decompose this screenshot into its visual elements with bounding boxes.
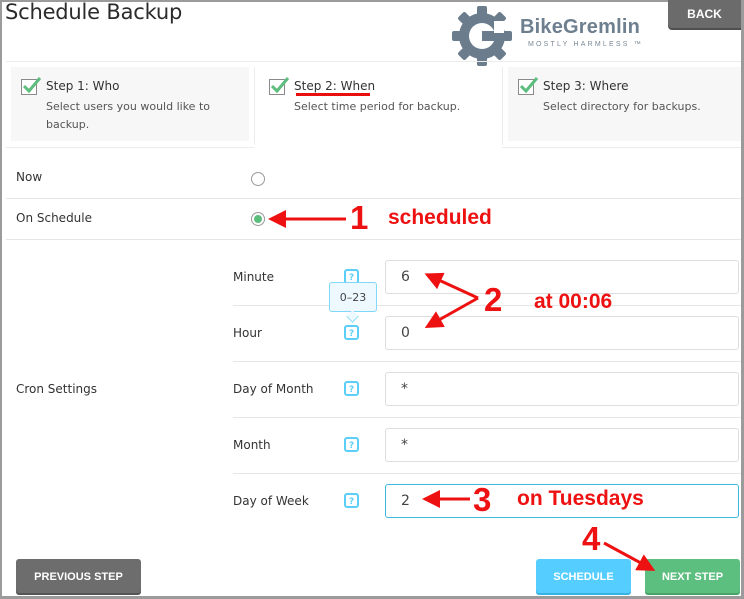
step-when[interactable]: Step 2: When Select time period for back…: [259, 67, 497, 141]
divider: [6, 61, 741, 62]
help-icon[interactable]: ?: [344, 325, 359, 340]
step-title: Step 3: Where: [543, 79, 629, 93]
back-button[interactable]: BACK: [668, 0, 741, 28]
hour-range-tooltip: 0–23: [329, 282, 377, 312]
cron-settings-label: Cron Settings: [16, 382, 98, 396]
day-of-month-label: Day of Month: [233, 382, 314, 396]
annotation-number-1: 1: [350, 199, 369, 236]
annotation-text-scheduled: scheduled: [388, 206, 492, 229]
divider: [502, 67, 503, 145]
annotation-number-4: 4: [582, 520, 601, 557]
gear-logo-icon: [452, 6, 512, 66]
radio-now[interactable]: [251, 172, 265, 186]
step-title: Step 2: When: [294, 79, 376, 93]
minute-input[interactable]: 6: [385, 260, 739, 294]
logo-tagline: MOSTLY HARMLESS ™: [528, 41, 643, 48]
divider: [233, 473, 741, 474]
divider: [233, 361, 741, 362]
option-label-now: Now: [16, 170, 43, 184]
step-where[interactable]: Step 3: Where Select directory for backu…: [508, 67, 741, 141]
previous-step-button[interactable]: PREVIOUS STEP: [16, 559, 141, 593]
month-label: Month: [233, 438, 271, 452]
day-of-week-label: Day of Week: [233, 494, 309, 508]
hour-input[interactable]: 0: [385, 316, 739, 350]
page-title: Schedule Backup: [5, 0, 183, 24]
step-description: Select directory for backups.: [543, 100, 701, 113]
step-description-line: backup.: [46, 118, 90, 131]
help-icon[interactable]: ?: [344, 437, 359, 452]
step-description: Select time period for backup.: [294, 100, 461, 113]
schedule-button[interactable]: SCHEDULE: [536, 559, 631, 593]
radio-on-schedule[interactable]: [251, 212, 265, 226]
divider: [254, 67, 255, 145]
divider: [6, 239, 741, 240]
annotation-number-2: 2: [484, 281, 503, 318]
step-description: Select users you would like to backup.: [46, 98, 210, 134]
next-step-button[interactable]: NEXT STEP: [645, 559, 740, 593]
annotation-text-time: at 00:06: [534, 290, 613, 313]
help-icon[interactable]: ?: [344, 381, 359, 396]
checkbox-checked-icon: [518, 77, 539, 95]
day-of-month-input[interactable]: *: [385, 372, 739, 406]
divider: [6, 198, 741, 199]
logo-name: BikeGremlin: [520, 16, 641, 38]
checkbox-checked-icon: [21, 77, 42, 95]
minute-label: Minute: [233, 270, 274, 284]
divider: [6, 147, 254, 148]
annotation-underline: [296, 93, 370, 96]
step-description-line: Select users you would like to: [46, 100, 210, 113]
month-input[interactable]: *: [385, 428, 739, 462]
bikegremlin-logo: BikeGremlin MOSTLY HARMLESS ™: [450, 4, 660, 68]
divider: [233, 417, 741, 418]
hour-label: Hour: [233, 326, 262, 340]
step-title: Step 1: Who: [46, 79, 120, 93]
help-icon[interactable]: ?: [344, 493, 359, 508]
annotation-text-tuesdays: on Tuesdays: [517, 487, 644, 510]
checkbox-checked-icon: [269, 77, 290, 95]
annotation-number-3: 3: [473, 481, 492, 518]
option-label-on-schedule: On Schedule: [16, 211, 93, 225]
step-who[interactable]: Step 1: Who Select users you would like …: [11, 67, 249, 141]
divider: [502, 147, 741, 148]
